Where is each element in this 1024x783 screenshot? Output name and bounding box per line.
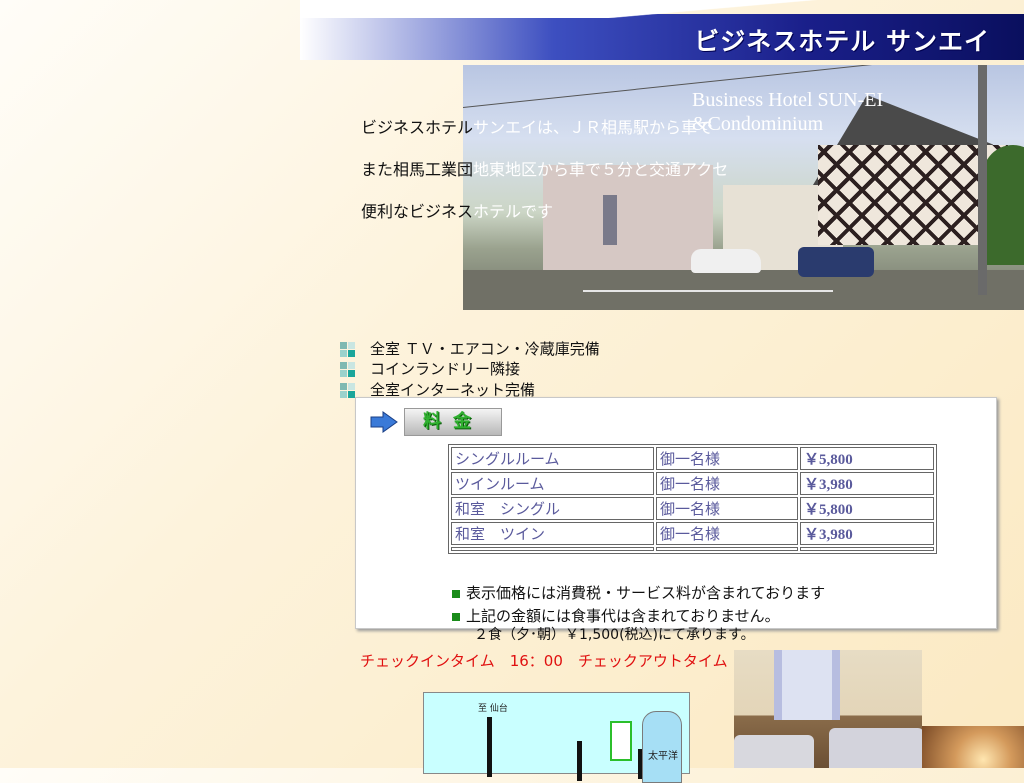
meal-price-note: ２食（夕･朝）￥1,500(税込)にて承ります。 <box>474 627 755 643</box>
hotel-marker <box>610 721 632 761</box>
note-item: 表示価格には消費税・サービス料が含まれております <box>452 582 825 603</box>
access-map: 至 仙台 太平洋 <box>423 692 690 783</box>
map-sea-label: 太平洋 <box>648 751 678 762</box>
rates-panel: 料金 シングルルーム 御一名様 ￥5,800 ツインルーム 御一名様 ￥3,98… <box>355 397 997 643</box>
intro-line-1: ビジネスホテルサンエイは、ＪＲ相馬駅から車で <box>361 118 714 137</box>
green-square-icon <box>452 612 460 621</box>
header-banner: ビジネスホテル サンエイ <box>300 0 1024 60</box>
table-row: 和室 シングル 御一名様 ￥5,800 <box>451 497 934 520</box>
rates-heading: 料金 <box>404 408 502 436</box>
square-bullet-icon <box>340 341 358 358</box>
feature-item: 全室 ＴＶ・エアコン・冷蔵庫完備 <box>340 338 600 359</box>
feature-item: コインランドリー隣接 <box>340 358 520 379</box>
table-row: シングルルーム 御一名様 ￥5,800 <box>451 447 934 470</box>
table-row: ツインルーム 御一名様 ￥3,980 <box>451 472 934 495</box>
table-row: 和室 ツイン 御一名様 ￥3,980 <box>451 522 934 545</box>
intro-line-2: また相馬工業団地東地区から車で５分と交通アクセ <box>361 160 729 179</box>
map-direction-label: 至 仙台 <box>478 704 508 714</box>
hero-caption: Business Hotel SUN-EI &Condominium <box>692 89 884 135</box>
checkin-times: チェックインタイム 16：00 チェックアウトタイム <box>360 652 728 670</box>
room-photo-lamp <box>922 726 1024 768</box>
square-bullet-icon <box>340 361 358 378</box>
table-row <box>451 547 934 551</box>
arrow-right-icon <box>370 411 398 433</box>
room-photo-twin <box>734 650 922 768</box>
green-square-icon <box>452 589 460 598</box>
note-item: 上記の金額には食事代は含まれておりません。 <box>452 605 780 626</box>
rates-table: シングルルーム 御一名様 ￥5,800 ツインルーム 御一名様 ￥3,980 和… <box>448 444 937 554</box>
intro-line-3: 便利なビジネスホテルです <box>361 202 554 221</box>
site-title: ビジネスホテル サンエイ <box>694 27 990 56</box>
